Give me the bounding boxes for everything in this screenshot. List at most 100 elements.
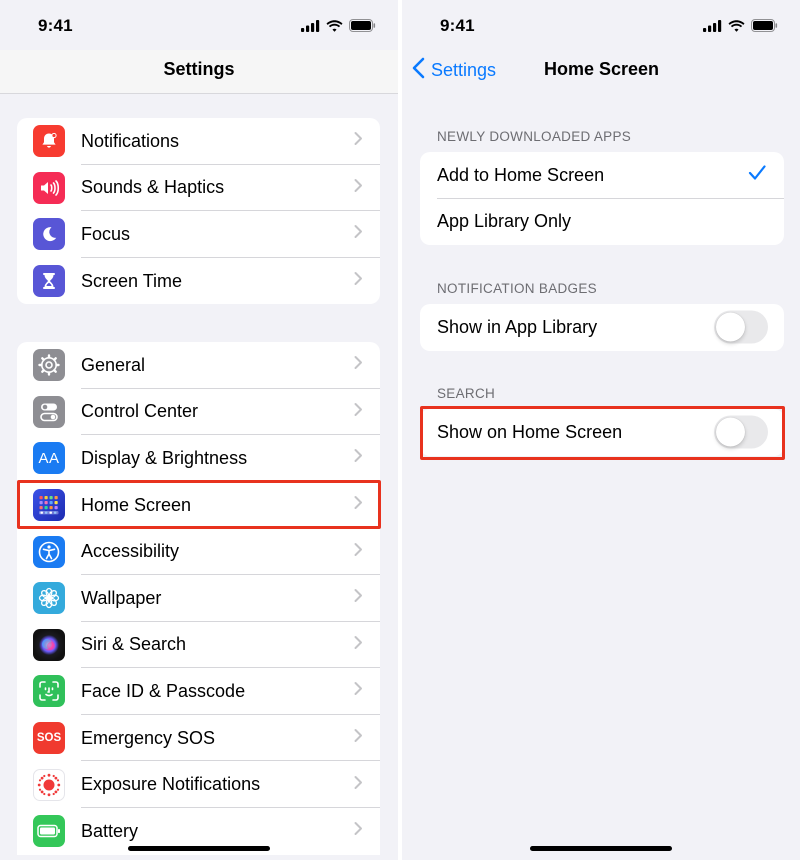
settings-panel: 9:41 Settings Notifications Sounds & Hap… xyxy=(0,0,398,860)
face-id-icon xyxy=(33,675,65,708)
cellular-signal-icon xyxy=(703,19,722,32)
show-on-home-screen-toggle[interactable] xyxy=(714,415,768,449)
home-screen-panel: 9:41 Settings Home Screen NEWLY DOWNLOAD… xyxy=(402,0,800,860)
chevron-right-icon xyxy=(354,775,363,794)
option-app-library-only[interactable]: App Library Only xyxy=(420,199,784,246)
exposure-icon xyxy=(33,768,65,801)
accessibility-icon xyxy=(33,535,65,568)
search-group: Show on Home Screen xyxy=(420,409,784,456)
status-time: 9:41 xyxy=(38,16,73,35)
page-title: Home Screen xyxy=(544,59,660,79)
row-show-on-home-screen: Show on Home Screen xyxy=(420,409,784,456)
settings-row-wallpaper[interactable]: Wallpaper xyxy=(17,575,380,622)
toggle-knob xyxy=(716,312,745,342)
option-add-to-home-screen[interactable]: Add to Home Screen xyxy=(420,152,784,199)
option-label: Show on Home Screen xyxy=(437,421,623,442)
settings-row-label: Siri & Search xyxy=(81,634,187,655)
section-header-notification-badges: NOTIFICATION BADGES xyxy=(437,281,597,296)
chevron-left-icon xyxy=(412,57,425,84)
wifi-icon xyxy=(326,19,343,32)
settings-row-emergency-sos[interactable]: SOS Emergency SOS xyxy=(17,715,380,762)
chevron-right-icon xyxy=(354,589,363,608)
notification-badges-group: Show in App Library xyxy=(420,304,784,351)
settings-row-label: Accessibility xyxy=(81,541,180,562)
switches-icon xyxy=(33,395,65,428)
settings-row-home-screen[interactable]: Home Screen xyxy=(17,482,380,529)
toggle-knob xyxy=(716,417,745,447)
cellular-signal-icon xyxy=(301,19,320,32)
chevron-right-icon xyxy=(354,132,363,151)
settings-group-1: Notifications Sounds & Haptics Focus Scr… xyxy=(17,118,380,305)
chevron-right-icon xyxy=(354,178,363,197)
app-grid-icon xyxy=(33,489,65,522)
battery-status-icon xyxy=(349,19,376,32)
status-bar: 9:41 xyxy=(402,0,800,50)
settings-row-label: Home Screen xyxy=(81,494,192,515)
status-icons xyxy=(703,19,778,32)
chevron-right-icon xyxy=(354,635,363,654)
chevron-right-icon xyxy=(354,496,363,515)
settings-group-2: General Control Center AA Display & Brig… xyxy=(17,342,380,855)
settings-row-screen-time[interactable]: Screen Time xyxy=(17,258,380,305)
settings-row-general[interactable]: General xyxy=(17,342,380,389)
nav-bar: Settings Home Screen xyxy=(402,50,800,94)
settings-row-control-center[interactable]: Control Center xyxy=(17,389,380,436)
status-time: 9:41 xyxy=(440,16,475,35)
nav-bar: Settings xyxy=(0,50,398,94)
option-label: Show in App Library xyxy=(437,316,598,337)
settings-row-face-id[interactable]: Face ID & Passcode xyxy=(17,668,380,715)
settings-row-exposure-notifications[interactable]: Exposure Notifications xyxy=(17,761,380,808)
section-header-search: SEARCH xyxy=(437,386,496,401)
settings-row-label: Battery xyxy=(81,820,139,841)
settings-row-label: Exposure Notifications xyxy=(81,774,261,795)
battery-status-icon xyxy=(751,19,778,32)
home-indicator xyxy=(530,846,672,851)
page-title: Settings xyxy=(163,59,235,79)
moon-icon xyxy=(33,218,65,251)
settings-row-label: Control Center xyxy=(81,401,199,422)
chevron-right-icon xyxy=(354,225,363,244)
settings-row-label: Emergency SOS xyxy=(81,727,216,748)
settings-row-label: Face ID & Passcode xyxy=(81,680,246,701)
chevron-right-icon xyxy=(354,542,363,561)
siri-icon xyxy=(33,628,65,661)
settings-row-notifications[interactable]: Notifications xyxy=(17,118,380,165)
sos-icon: SOS xyxy=(33,722,65,755)
settings-row-focus[interactable]: Focus xyxy=(17,211,380,258)
settings-row-label: General xyxy=(81,354,146,375)
settings-row-label: Display & Brightness xyxy=(81,447,248,468)
settings-row-label: Notifications xyxy=(81,130,180,151)
status-bar: 9:41 xyxy=(0,0,398,50)
settings-row-accessibility[interactable]: Accessibility xyxy=(17,528,380,575)
hourglass-icon xyxy=(33,265,65,298)
back-button[interactable]: Settings xyxy=(412,57,496,84)
settings-row-label: Focus xyxy=(81,223,131,244)
home-indicator xyxy=(128,846,270,851)
newly-downloaded-group: Add to Home Screen App Library Only xyxy=(420,152,784,246)
chevron-right-icon xyxy=(354,272,363,291)
settings-row-label: Screen Time xyxy=(81,270,183,291)
chevron-right-icon xyxy=(354,682,363,701)
option-label: App Library Only xyxy=(437,211,572,232)
chevron-right-icon xyxy=(354,822,363,841)
section-header-newly-downloaded: NEWLY DOWNLOADED APPS xyxy=(437,129,632,144)
bell-icon xyxy=(33,125,65,158)
speaker-icon xyxy=(33,171,65,204)
battery-icon xyxy=(33,815,65,848)
checkmark-icon xyxy=(748,165,766,186)
back-button-label: Settings xyxy=(431,60,497,80)
settings-row-label: Sounds & Haptics xyxy=(81,177,225,198)
settings-row-display-brightness[interactable]: AA Display & Brightness xyxy=(17,435,380,482)
show-in-app-library-toggle[interactable] xyxy=(714,310,768,344)
settings-row-siri-search[interactable]: Siri & Search xyxy=(17,622,380,669)
settings-row-sounds-haptics[interactable]: Sounds & Haptics xyxy=(17,165,380,212)
status-icons xyxy=(301,19,376,32)
flower-icon xyxy=(33,582,65,615)
text-size-icon: AA xyxy=(33,442,65,475)
chevron-right-icon xyxy=(354,356,363,375)
row-show-in-app-library: Show in App Library xyxy=(420,304,784,351)
chevron-right-icon xyxy=(354,729,363,748)
chevron-right-icon xyxy=(354,402,363,421)
gear-icon xyxy=(33,349,65,382)
option-label: Add to Home Screen xyxy=(437,164,605,185)
